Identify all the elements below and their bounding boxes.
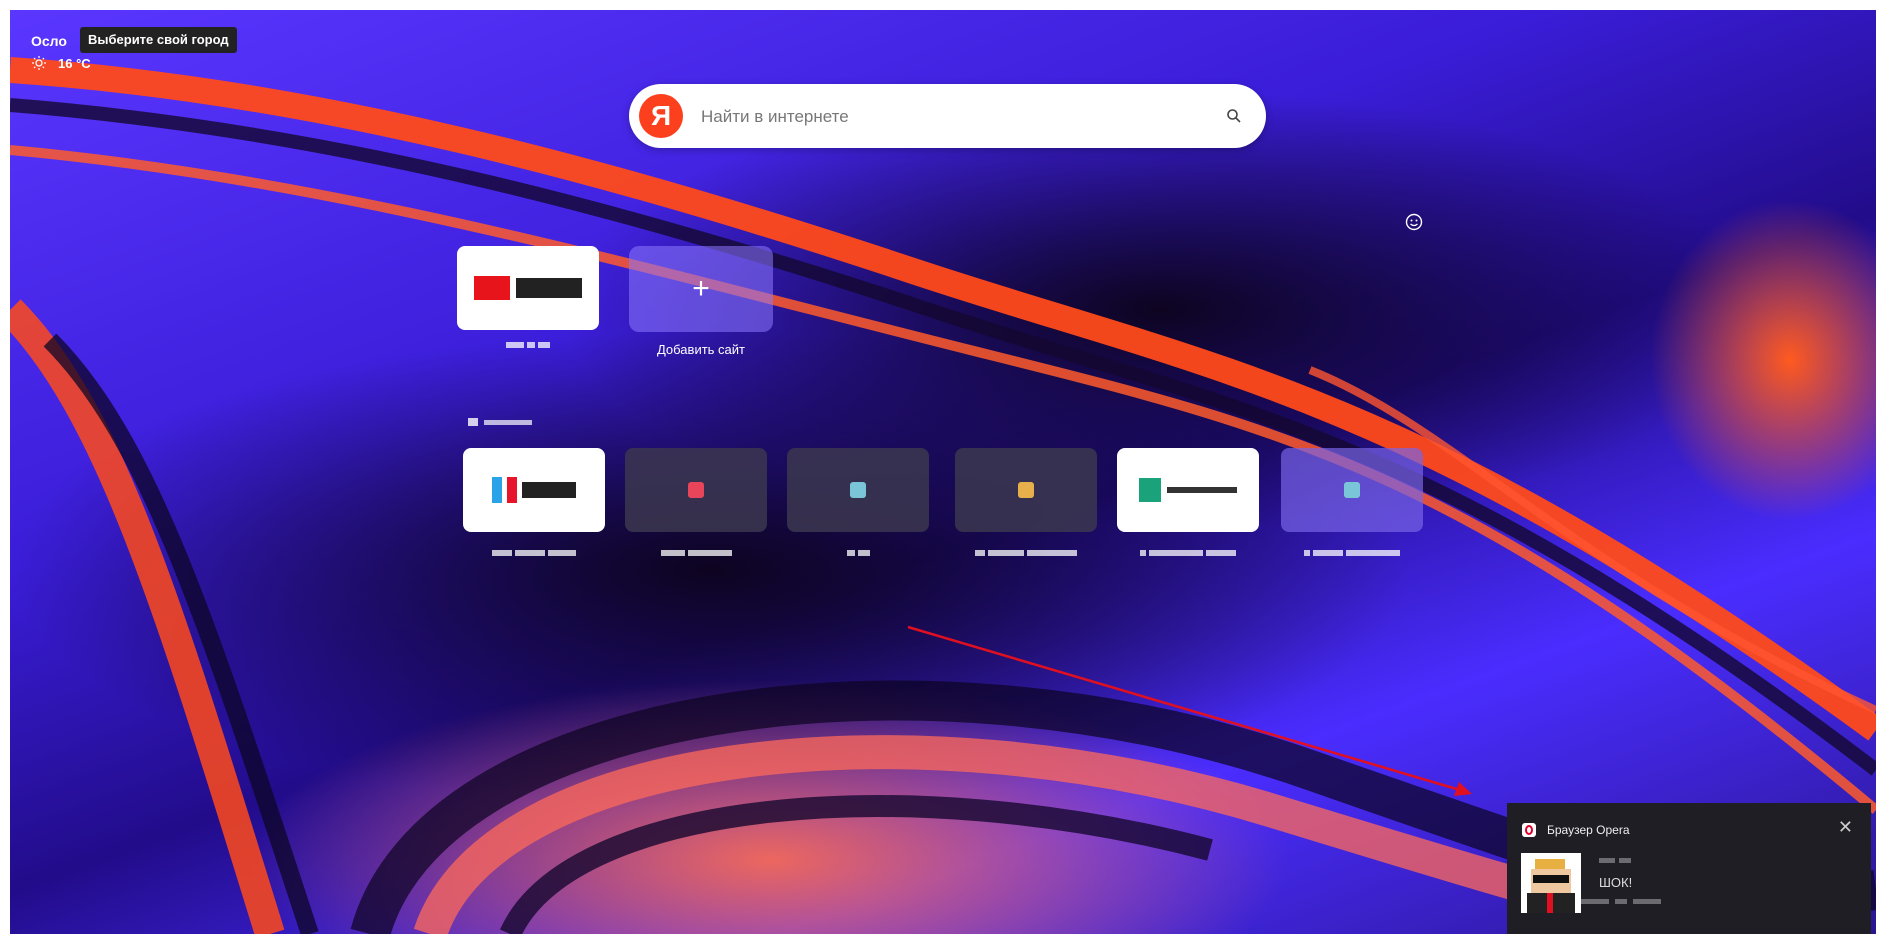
notification-app-name: Браузер Opera bbox=[1547, 823, 1630, 837]
site-logo bbox=[492, 477, 576, 503]
add-site-button[interactable]: + bbox=[629, 246, 773, 332]
site-favicon bbox=[1018, 482, 1034, 498]
site-logo bbox=[1139, 478, 1237, 502]
weather-city[interactable]: Осло bbox=[31, 33, 67, 49]
weather-temperature[interactable]: 16 °C bbox=[58, 56, 91, 71]
background-wallpaper: Осло Выберите свой город 16 °C Я Найти в… bbox=[10, 10, 1876, 934]
notification-toast[interactable]: Браузер Opera ✕ ШОК! bbox=[1507, 803, 1871, 934]
tile-caption bbox=[1281, 550, 1423, 558]
speed-dial-tile[interactable] bbox=[787, 448, 929, 532]
city-tooltip: Выберите свой город bbox=[80, 27, 237, 53]
close-icon[interactable]: ✕ bbox=[1838, 817, 1853, 838]
notification-source bbox=[1579, 899, 1609, 904]
notification-avatar bbox=[1521, 853, 1581, 913]
speed-dial-tile[interactable] bbox=[955, 448, 1097, 532]
smile-icon[interactable] bbox=[1405, 213, 1423, 231]
tile-caption bbox=[463, 550, 605, 558]
speed-dial-tile[interactable] bbox=[1281, 448, 1423, 532]
search-icon[interactable] bbox=[1226, 108, 1242, 124]
sun-icon bbox=[32, 56, 46, 70]
yandex-logo[interactable]: Я bbox=[639, 94, 683, 138]
opera-icon bbox=[1522, 823, 1536, 837]
tile-caption bbox=[787, 550, 929, 558]
tile-caption bbox=[1117, 550, 1259, 558]
tile-caption bbox=[625, 550, 767, 558]
site-favicon bbox=[688, 482, 704, 498]
site-favicon bbox=[1344, 482, 1360, 498]
notification-message: ШОК! bbox=[1599, 875, 1633, 890]
speed-dial-tile[interactable] bbox=[463, 448, 605, 532]
section-label bbox=[484, 420, 532, 425]
notification-source bbox=[1615, 899, 1627, 904]
speed-dial-tile[interactable] bbox=[625, 448, 767, 532]
notification-title bbox=[1619, 858, 1631, 863]
site-favicon bbox=[850, 482, 866, 498]
notification-source bbox=[1633, 899, 1661, 904]
site-logo bbox=[474, 276, 582, 300]
speed-dial-tile[interactable] bbox=[457, 246, 599, 330]
notification-title bbox=[1599, 858, 1615, 863]
search-input[interactable] bbox=[699, 84, 1183, 150]
tile-caption bbox=[955, 550, 1097, 558]
section-label bbox=[468, 418, 478, 426]
speed-dial-tile[interactable] bbox=[1117, 448, 1259, 532]
plus-icon: + bbox=[692, 272, 710, 305]
add-site-label: Добавить сайт bbox=[656, 342, 745, 357]
search-bar[interactable]: Я bbox=[629, 84, 1266, 150]
tile-caption bbox=[457, 342, 599, 350]
